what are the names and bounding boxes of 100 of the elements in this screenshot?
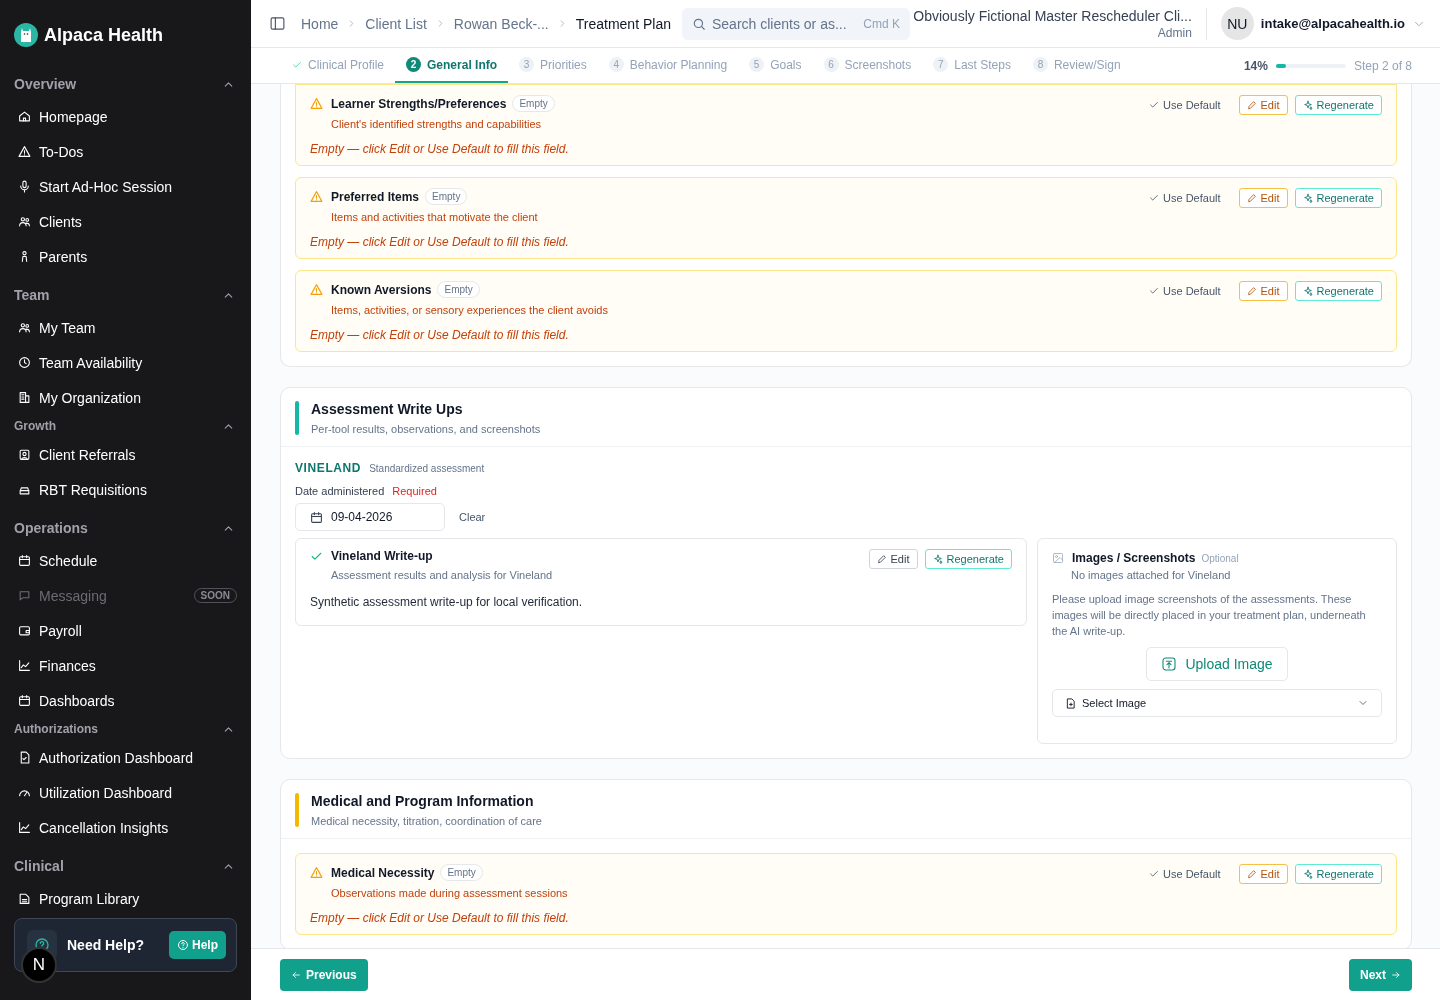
image-icon [1052, 552, 1064, 564]
dev-badge[interactable]: N [21, 947, 57, 983]
use-default-button[interactable]: Use Default [1142, 188, 1228, 208]
check-icon [292, 59, 302, 70]
microphone-icon [18, 180, 31, 193]
nav-item[interactable]: Start Ad-Hoc Session [14, 169, 237, 204]
section-header[interactable]: Authorizations [14, 718, 237, 740]
progress-percent: 14% [1243, 58, 1268, 73]
edit-button[interactable]: Edit [1238, 281, 1288, 301]
regenerate-button[interactable]: Regenerate [1294, 864, 1382, 884]
section-subtitle: Medical necessity, titration, coordination of care [311, 815, 542, 827]
section-header[interactable]: Operations [14, 513, 237, 543]
section-header[interactable]: Clinical [14, 851, 237, 881]
use-default-button[interactable]: Use Default [1142, 95, 1228, 115]
check-icon [1149, 869, 1160, 879]
check-icon [1149, 100, 1160, 110]
regenerate-button[interactable]: Regenerate [924, 549, 1012, 569]
nav-item[interactable]: Client Referrals [14, 437, 237, 472]
check-icon [1149, 286, 1160, 296]
edit-button[interactable]: Edit [1238, 188, 1288, 208]
field-description: Assessment results and analysis for Vineland [331, 569, 553, 581]
edit-button[interactable]: Edit [868, 549, 918, 569]
field-description: Items and activities that motivate the client [331, 211, 538, 223]
regenerate-button[interactable]: Regenerate [1294, 281, 1382, 301]
nav-item[interactable]: Homepage [14, 99, 237, 134]
regenerate-button[interactable]: Regenerate [1294, 188, 1382, 208]
field-title: Known Aversions [331, 282, 432, 297]
warning-icon [310, 97, 323, 110]
sparkle-icon [1302, 869, 1313, 879]
nav-item[interactable]: Dashboards [14, 683, 237, 718]
nav-item[interactable]: Authorization Dashboard [14, 740, 237, 775]
wallet-icon [18, 624, 31, 637]
upload-icon [1161, 656, 1178, 672]
regenerate-button[interactable]: Regenerate [1294, 95, 1382, 115]
nav-item[interactable]: Payroll [14, 613, 237, 648]
nav-item[interactable]: Parents [14, 239, 237, 274]
section-subtitle: Per-tool results, observations, and screenshots [311, 423, 541, 435]
breadcrumb-link[interactable]: Client List [365, 15, 427, 32]
nav-item[interactable]: Finances [14, 648, 237, 683]
section-header[interactable]: Team [14, 280, 237, 310]
brand-name: Alpaca Health [44, 24, 164, 46]
sparkle-icon [1302, 286, 1313, 296]
date-field[interactable]: 09-04-2026 [295, 503, 445, 531]
help-text: Please upload image screenshots of the assessments. These images will be directly placed in your treatment plan, underneath the AI write-up. [1052, 592, 1367, 639]
field-title: Learner Strengths/Preferences [331, 96, 507, 111]
field-text: Synthetic assessment write-up for local verification. [310, 595, 584, 611]
line-chart-icon [18, 659, 31, 672]
edit-button[interactable]: Edit [1238, 864, 1288, 884]
section-title: Assessment Write Ups [311, 401, 464, 417]
organization-name: Obviously Fictional Master Rescheduler Cli... [913, 7, 1192, 24]
arrow-left-icon [291, 969, 301, 980]
empty-message: Empty — click Edit or Use Default to fill this field. [310, 142, 570, 156]
optional-label: Optional [1201, 552, 1239, 564]
user-email[interactable]: intake@alpacahealth.io [1260, 16, 1405, 31]
status-badge: Empty [437, 281, 480, 298]
nav-item[interactable]: My Organization [14, 380, 237, 415]
image-select[interactable]: Select Image [1052, 689, 1382, 717]
edit-button[interactable]: Edit [1238, 95, 1288, 115]
warning-icon [310, 190, 323, 203]
section-header[interactable]: Growth [14, 415, 237, 437]
nav-item[interactable]: Utilization Dashboard [14, 775, 237, 810]
people-icon [18, 321, 31, 334]
search-field[interactable]: Search clients or as... Cmd K [681, 7, 910, 40]
arrow-right-icon [1391, 969, 1401, 980]
pencil-icon [1246, 100, 1257, 110]
nav-item[interactable]: To-Dos [14, 134, 237, 169]
role-label: Admin [1156, 25, 1192, 40]
pencil-icon [1246, 286, 1257, 296]
help-icon [177, 939, 189, 951]
avatar[interactable]: NU [1220, 7, 1254, 40]
book-icon [18, 892, 31, 905]
image-status: No images attached for Vineland [1071, 569, 1232, 581]
field-description: Items, activities, or sensory experiences the client avoids [331, 304, 608, 316]
status-badge: Empty [425, 188, 468, 205]
nav-item[interactable]: Clients [14, 204, 237, 239]
nav-item[interactable]: Program Library [14, 881, 237, 916]
id-card-icon [18, 448, 31, 461]
empty-message: Empty — click Edit or Use Default to fill this field. [310, 911, 570, 925]
nav-item[interactable]: Team Availability [14, 345, 237, 380]
use-default-button[interactable]: Use Default [1142, 864, 1228, 884]
required-label: Required [392, 485, 437, 497]
search-icon [691, 16, 706, 31]
nav-item[interactable]: My Team [14, 310, 237, 345]
check-icon [1149, 193, 1160, 203]
use-default-button[interactable]: Use Default [1142, 281, 1228, 301]
field-title: Medical Necessity [331, 865, 435, 880]
nav-item[interactable]: Cancellation Insights [14, 810, 237, 845]
warning-icon [310, 866, 323, 879]
sparkle-icon [1302, 193, 1313, 203]
nav-item[interactable]: RBT Requisitions [14, 472, 237, 507]
clear-button[interactable]: Clear [459, 511, 486, 523]
tool-caption: Standardized assessment [369, 463, 485, 474]
breadcrumb-link[interactable]: Rowan Beck-... [453, 15, 549, 32]
breadcrumb-link[interactable]: Home [301, 15, 339, 32]
section-header[interactable]: Overview [14, 69, 237, 99]
upload-button[interactable]: Upload Image [1146, 647, 1288, 681]
field-title: Preferred Items [331, 189, 420, 204]
building-icon [18, 391, 31, 404]
nav-item[interactable]: Schedule [14, 543, 237, 578]
help-title: Need Help? [67, 937, 145, 953]
